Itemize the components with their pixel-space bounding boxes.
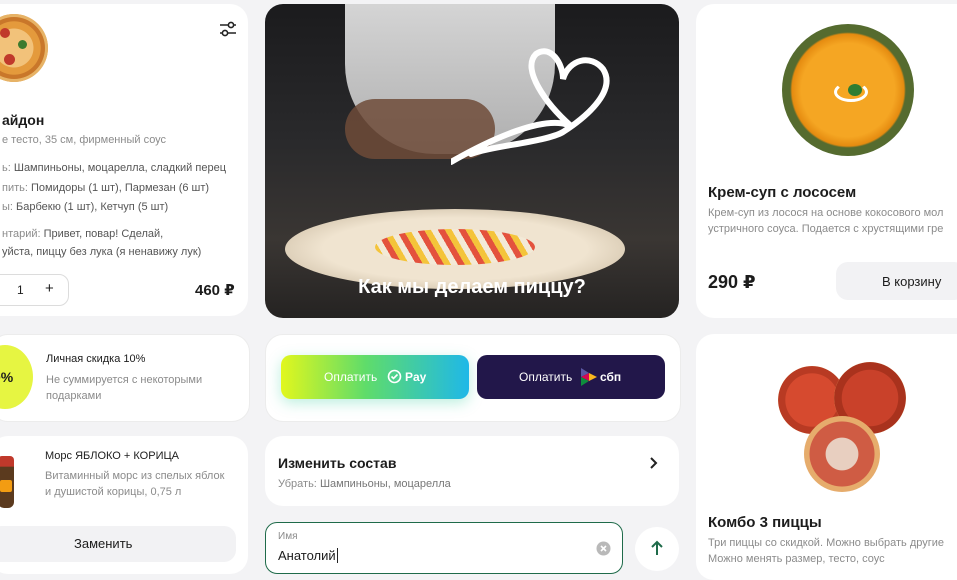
drink-title: Морс ЯБЛОКО + КОРИЦА: [45, 450, 179, 462]
soup-image: [782, 24, 914, 156]
name-field-label: Имя: [278, 531, 298, 542]
add-to-cart-label: В корзину: [882, 274, 942, 289]
pizza-add-value: Шампиньоны, моцарелла, сладкий перец: [13, 162, 226, 174]
clear-icon[interactable]: [596, 541, 611, 561]
pizza-price: 460 ₽: [195, 282, 235, 299]
remove-label: Убрать:: [278, 478, 317, 490]
pizza-add-row: ь: Шампиньоны, моцарелла, сладкий перец: [2, 162, 226, 174]
soup-title: Крем-суп с лососем: [708, 184, 857, 201]
pizza-comment-line1: Привет, повар! Сделай,: [43, 228, 164, 240]
pay-button[interactable]: Оплатить Pay: [281, 355, 469, 399]
video-caption: Как мы делаем пиццу?: [358, 276, 586, 298]
pay-brand: Pay: [405, 370, 427, 384]
pizza-comment-row: нтарий: Привет, повар! Сделай,: [2, 228, 163, 240]
quantity-stepper[interactable]: 1 +: [0, 274, 69, 306]
drink-desc-line2: и душистой корицы, 0,75 л: [45, 486, 182, 498]
pizza-comment-line2: уйста, пиццу без лука (я ненавижу лук): [2, 246, 202, 258]
soup-desc-line1: Крем-суп из лосося на основе кокосового …: [708, 207, 944, 219]
drink-image: [0, 456, 14, 508]
quantity-plus-button[interactable]: +: [45, 280, 54, 297]
pizza-double-label: пить:: [2, 182, 28, 194]
sbp-logo-icon: [581, 368, 597, 391]
pizza-thumbnail: [0, 14, 48, 82]
name-field[interactable]: Имя Анатолий: [265, 522, 623, 574]
soup-desc-line2: устричного соуса. Подается с хрустящими …: [708, 223, 944, 235]
sbp-button[interactable]: Оплатить сбп: [477, 355, 665, 399]
pizza-sauce-row: ы: Барбекю (1 шт), Кетчуп (5 шт): [2, 201, 168, 213]
pizza-title: айдон: [2, 112, 45, 128]
video-card[interactable]: Как мы делаем пиццу?: [265, 4, 679, 318]
combo-title: Комбо 3 пиццы: [708, 514, 822, 531]
discount-badge-text: 0%: [0, 369, 14, 385]
add-to-cart-button[interactable]: В корзину: [836, 262, 957, 300]
change-composition-remove: Убрать: Шампиньоны, моцарелла: [278, 478, 451, 490]
heart-icon: [451, 48, 610, 165]
chevron-right-icon: [649, 456, 659, 475]
discount-title: Личная скидка 10%: [46, 353, 146, 365]
payment-card: Оплатить Pay Оплатить сбп: [265, 334, 681, 422]
pay-button-label: Оплатить: [324, 370, 378, 384]
discount-card: 0% Личная скидка 10% Не суммируется с не…: [0, 334, 250, 422]
discount-badge: 0%: [0, 345, 33, 409]
send-button[interactable]: [635, 527, 679, 571]
combo-card: Комбо 3 пиццы Три пиццы со скидкой. Можн…: [696, 334, 957, 580]
discount-desc-line1: Не суммируется с некоторыми: [46, 374, 203, 386]
quantity-value: 1: [17, 283, 24, 297]
arrow-up-icon: [650, 540, 664, 561]
sbp-button-label: Оплатить: [519, 370, 573, 384]
sbp-brand: сбп: [600, 370, 622, 384]
pizza-double-row: пить: Помидоры (1 шт), Пармезан (6 шт): [2, 182, 209, 194]
pizza-order-card: айдон е тесто, 35 см, фирменный соус ь: …: [0, 4, 248, 316]
soup-card: Крем-суп с лососем Крем-суп из лосося на…: [696, 4, 957, 318]
drink-desc-line1: Витаминный морс из спелых яблок: [45, 470, 225, 482]
pizza-description: е тесто, 35 см, фирменный соус: [2, 134, 167, 146]
drink-card: Морс ЯБЛОКО + КОРИЦА Витаминный морс из …: [0, 436, 248, 574]
pizza-sauce-value: Барбекю (1 шт), Кетчуп (5 шт): [16, 201, 169, 213]
pizza-sauce-label: ы:: [2, 201, 13, 213]
filter-icon[interactable]: [218, 20, 238, 38]
pizza-double-value: Помидоры (1 шт), Пармезан (6 шт): [31, 182, 210, 194]
remove-value: Шампиньоны, моцарелла: [319, 478, 451, 490]
discount-desc-line2: подарками: [46, 390, 102, 402]
change-composition-card[interactable]: Изменить состав Убрать: Шампиньоны, моца…: [265, 436, 679, 506]
combo-image: [778, 362, 918, 492]
check-circle-icon: [387, 369, 402, 389]
name-field-value[interactable]: Анатолий: [278, 548, 338, 563]
change-composition-title: Изменить состав: [278, 455, 397, 471]
replace-button[interactable]: Заменить: [0, 526, 236, 562]
pizza-add-label: ь:: [2, 162, 11, 174]
replace-button-label: Заменить: [74, 536, 133, 551]
combo-desc-line1: Три пиццы со скидкой. Можно выбрать друг…: [708, 537, 945, 549]
combo-desc-line2: Можно менять размер, тесто, соус: [708, 553, 885, 565]
soup-price: 290 ₽: [708, 272, 756, 292]
pizza-comment-label: нтарий:: [2, 228, 41, 240]
